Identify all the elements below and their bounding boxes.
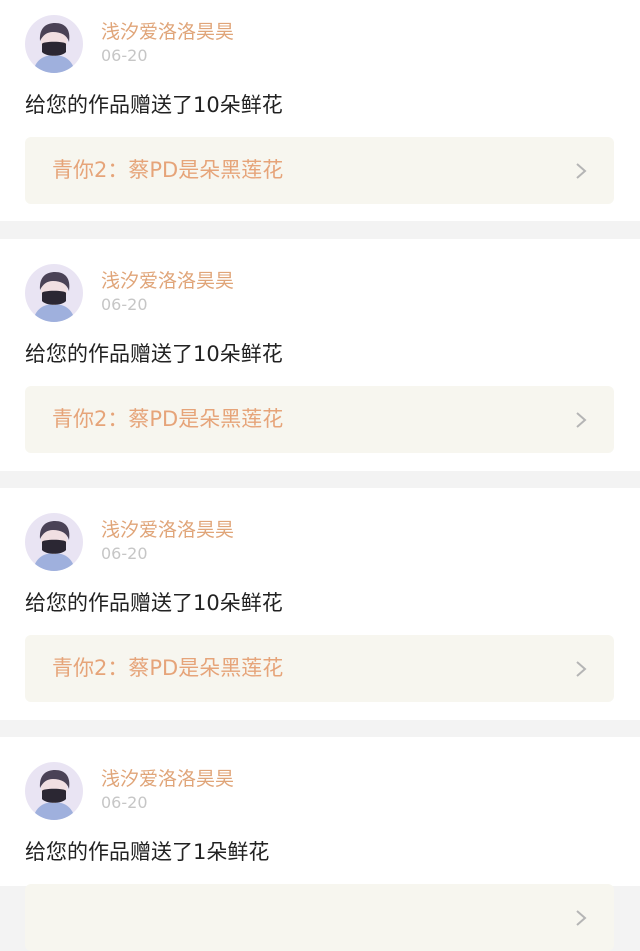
chevron-right-icon — [574, 908, 588, 928]
chevron-right-icon — [574, 161, 588, 181]
timestamp: 06-20 — [101, 793, 148, 812]
gift-notification-card: 浅汐爱洛洛昊昊 06-20 给您的作品赠送了10朵鲜花 青你2：蔡PD是朵黑莲花 — [0, 239, 640, 471]
avatar[interactable] — [25, 762, 83, 820]
avatar-image — [25, 264, 83, 322]
username[interactable]: 浅汐爱洛洛昊昊 — [101, 270, 234, 292]
timestamp: 06-20 — [101, 295, 148, 314]
work-link[interactable]: 青你2：蔡PD是朵黑莲花 — [25, 386, 614, 453]
username[interactable]: 浅汐爱洛洛昊昊 — [101, 768, 234, 790]
timestamp: 06-20 — [101, 544, 148, 563]
gift-notification-card: 浅汐爱洛洛昊昊 06-20 给您的作品赠送了10朵鲜花 青你2：蔡PD是朵黑莲花 — [0, 0, 640, 221]
work-link[interactable]: 青你2：蔡PD是朵黑莲花 — [25, 137, 614, 204]
avatar-image — [25, 762, 83, 820]
avatar[interactable] — [25, 264, 83, 322]
work-title: 青你2：蔡PD是朵黑莲花 — [52, 158, 284, 182]
username[interactable]: 浅汐爱洛洛昊昊 — [101, 21, 234, 43]
gift-notification-card: 浅汐爱洛洛昊昊 06-20 给您的作品赠送了10朵鲜花 青你2：蔡PD是朵黑莲花 — [0, 488, 640, 720]
avatar[interactable] — [25, 513, 83, 571]
timestamp: 06-20 — [101, 46, 148, 65]
gift-message: 给您的作品赠送了10朵鲜花 — [25, 342, 283, 366]
chevron-right-icon — [574, 410, 588, 430]
work-title: 青你2：蔡PD是朵黑莲花 — [52, 656, 284, 680]
gift-message: 给您的作品赠送了10朵鲜花 — [25, 93, 283, 117]
avatar-image — [25, 15, 83, 73]
gift-message: 给您的作品赠送了1朵鲜花 — [25, 840, 270, 864]
avatar-image — [25, 513, 83, 571]
work-link[interactable] — [25, 884, 614, 951]
chevron-right-icon — [574, 659, 588, 679]
avatar[interactable] — [25, 15, 83, 73]
username[interactable]: 浅汐爱洛洛昊昊 — [101, 519, 234, 541]
gift-message: 给您的作品赠送了10朵鲜花 — [25, 591, 283, 615]
work-title: 青你2：蔡PD是朵黑莲花 — [52, 407, 284, 431]
gift-notification-card: 浅汐爱洛洛昊昊 06-20 给您的作品赠送了1朵鲜花 — [0, 737, 640, 951]
work-link[interactable]: 青你2：蔡PD是朵黑莲花 — [25, 635, 614, 702]
